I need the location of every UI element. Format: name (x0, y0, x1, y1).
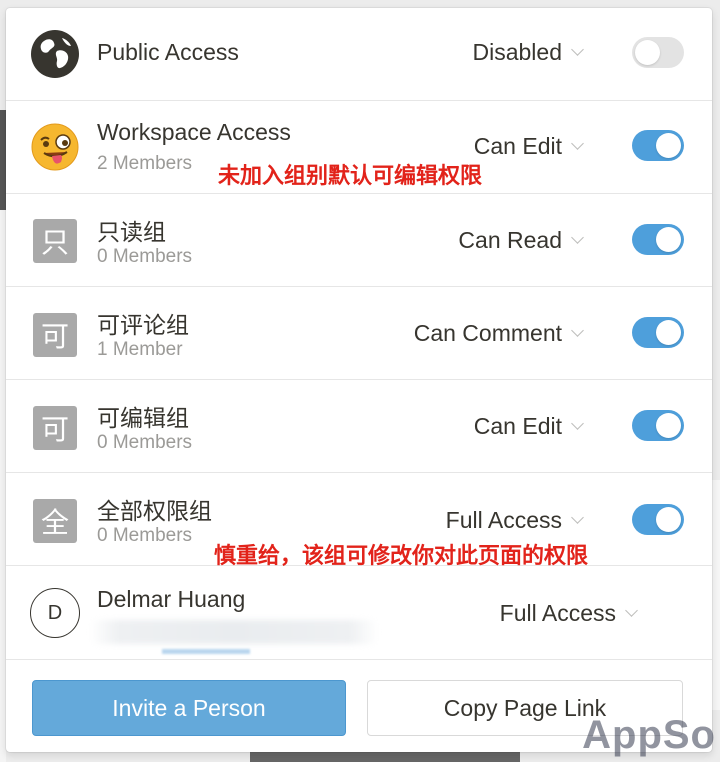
permission-dropdown[interactable]: Can Edit (473, 133, 584, 160)
group-toggle[interactable] (632, 317, 684, 348)
group-avatar-icon: 全 (30, 496, 80, 546)
permission-dropdown[interactable]: Disabled (472, 39, 584, 66)
share-permissions-popup: Public Access Disabled Workspace Access … (6, 8, 712, 752)
member-count: 0 Members (97, 432, 193, 453)
row-name: Workspace Access (97, 119, 291, 145)
permission-label: Full Access (445, 507, 562, 533)
tongue-face-emoji-icon (30, 122, 80, 172)
workspace-access-toggle[interactable] (632, 130, 684, 161)
group-avatar-glyph: 可 (33, 313, 77, 357)
background-fragment (712, 480, 720, 710)
invite-person-button[interactable]: Invite a Person (32, 680, 346, 736)
permission-label: Can Edit (473, 413, 562, 439)
person-name: Delmar Huang (97, 586, 246, 612)
permission-dropdown[interactable]: Can Read (458, 227, 584, 254)
group-avatar-icon: 可 (30, 310, 80, 360)
group-toggle[interactable] (632, 410, 684, 441)
chevron-down-icon (571, 43, 584, 56)
row-name: 只读组 (97, 219, 166, 245)
toggle-knob (635, 40, 660, 65)
permission-dropdown[interactable]: Can Edit (473, 413, 584, 440)
user-avatar: D (30, 588, 80, 638)
permission-label: Can Comment (413, 320, 562, 346)
permission-dropdown[interactable]: Full Access (445, 507, 584, 534)
toggle-knob (656, 227, 681, 252)
chevron-down-icon (571, 231, 584, 244)
group-avatar-icon: 可 (30, 403, 80, 453)
group-row: 可 可编辑组 0 Members Can Edit (6, 380, 712, 473)
group-row: 可 可评论组 1 Member Can Comment (6, 287, 712, 380)
person-row: D Delmar Huang Full Access (6, 566, 712, 660)
chevron-down-icon (571, 324, 584, 337)
avatar-initial: D (30, 588, 80, 638)
globe-icon (30, 29, 80, 79)
group-toggle[interactable] (632, 224, 684, 255)
group-avatar-glyph: 全 (33, 499, 77, 543)
chevron-down-icon (625, 604, 638, 617)
group-avatar-glyph: 只 (33, 219, 77, 263)
row-name: 可编辑组 (97, 405, 189, 431)
toggle-knob (656, 133, 681, 158)
toggle-knob (656, 413, 681, 438)
chevron-down-icon (571, 137, 584, 150)
row-name: 可评论组 (97, 312, 189, 338)
appso-watermark: AppSo (582, 713, 716, 757)
group-avatar-glyph: 可 (33, 406, 77, 450)
permission-label: Can Read (458, 227, 562, 253)
row-name: 全部权限组 (97, 498, 212, 524)
annotation-workspace-note: 未加入组别默认可编辑权限 (218, 164, 483, 189)
member-count: 0 Members (97, 246, 193, 267)
member-count: 0 Members (97, 525, 193, 546)
permission-label: Full Access (499, 600, 616, 626)
group-avatar-icon: 只 (30, 216, 80, 266)
chevron-down-icon (571, 511, 584, 524)
annotation-full-access-note: 慎重给，该组可修改你对此页面的权限 (214, 544, 589, 569)
background-fragment (250, 752, 520, 762)
permission-dropdown[interactable]: Can Comment (413, 320, 584, 347)
member-count: 2 Members (97, 153, 193, 174)
row-name: Public Access (97, 39, 239, 65)
redacted-email (90, 620, 378, 644)
toggle-knob (656, 320, 681, 345)
chevron-down-icon (571, 417, 584, 430)
group-toggle[interactable] (632, 504, 684, 535)
redacted-email-underline (162, 649, 250, 654)
toggle-knob (656, 507, 681, 532)
public-access-row: Public Access Disabled (6, 8, 712, 101)
member-count: 1 Member (97, 339, 183, 360)
permission-label: Disabled (472, 39, 563, 65)
public-access-toggle[interactable] (632, 37, 684, 68)
permission-dropdown[interactable]: Full Access (499, 600, 638, 627)
permission-label: Can Edit (473, 133, 562, 159)
group-row: 只 只读组 0 Members Can Read (6, 194, 712, 287)
